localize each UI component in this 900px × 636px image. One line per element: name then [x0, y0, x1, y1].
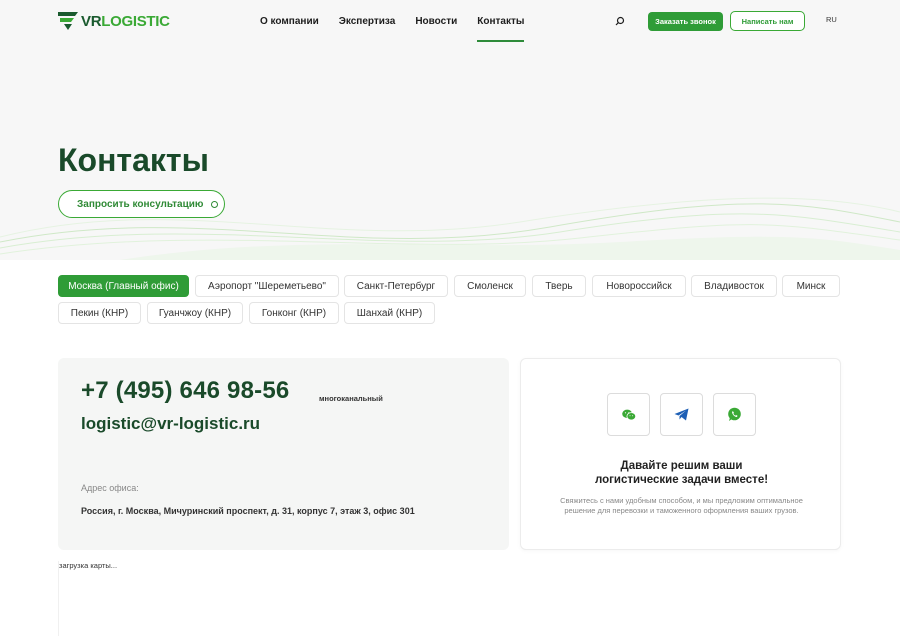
search-icon [615, 16, 625, 26]
map-container[interactable]: загрузка карты... [58, 561, 848, 636]
tab-novorossiysk[interactable]: Новороссийск [592, 275, 686, 297]
tab-minsk[interactable]: Минск [782, 275, 840, 297]
tab-guangzhou[interactable]: Гуанчжоу (КНР) [147, 302, 243, 324]
search-button[interactable] [610, 11, 630, 31]
tab-beijing[interactable]: Пекин (КНР) [58, 302, 141, 324]
tab-smolensk[interactable]: Смоленск [454, 275, 526, 297]
phone-note: многоканальный [319, 394, 383, 403]
tab-hongkong[interactable]: Гонконг (КНР) [249, 302, 339, 324]
nav-contacts[interactable]: Контакты [477, 0, 525, 42]
tab-tver[interactable]: Тверь [532, 275, 586, 297]
order-call-button[interactable]: Заказать звонок [648, 12, 723, 31]
logo-mark-icon [58, 12, 78, 30]
messenger-title: Давайте решим ваши логистические задачи … [521, 459, 842, 487]
logo[interactable]: VRLOGISTIC [58, 11, 170, 31]
nav-expertise[interactable]: Экспертиза [339, 0, 396, 42]
tab-moscow[interactable]: Москва (Главный офис) [58, 275, 189, 297]
messenger-description-line2: решение для перевозки и таможенного офор… [564, 506, 799, 515]
messenger-card: Давайте решим ваши логистические задачи … [520, 358, 841, 550]
whatsapp-icon [728, 407, 741, 421]
email-link[interactable]: logistic@vr-logistic.ru [81, 414, 260, 434]
telegram-icon [674, 408, 689, 421]
address-text: Россия, г. Москва, Мичуринский проспект,… [81, 506, 415, 516]
messenger-title-line1: Давайте решим ваши [620, 460, 743, 472]
nav-about[interactable]: О компании [260, 0, 319, 42]
hero-section: Контакты Запросить консультацию [0, 42, 900, 260]
tab-sheremetyevo[interactable]: Аэропорт "Шереметьево" [195, 275, 339, 297]
wechat-icon [621, 409, 636, 420]
tab-saint-petersburg[interactable]: Санкт-Петербург [344, 275, 448, 297]
page-title: Контакты [58, 142, 209, 178]
map-loading-text: загрузка карты... [59, 561, 118, 570]
messenger-description: Свяжитесь с нами удобным способом, и мы … [539, 496, 824, 516]
consult-label: Запросить консультацию [77, 198, 204, 210]
write-us-button[interactable]: Написать нам [730, 11, 805, 31]
messenger-title-line2: логистические задачи вместе! [594, 474, 769, 486]
logo-text: VRLOGISTIC [81, 12, 170, 30]
tab-vladivostok[interactable]: Владивосток [691, 275, 777, 297]
main-nav: О компании Экспертиза Новости Контакты [260, 0, 544, 42]
address-label: Адрес офиса: [81, 483, 139, 493]
nav-news[interactable]: Новости [415, 0, 457, 42]
language-switch[interactable]: RU [826, 15, 837, 24]
phone-link[interactable]: +7 (495) 646 98-56 [81, 377, 289, 405]
contact-card: +7 (495) 646 98-56 многоканальный logist… [58, 358, 509, 550]
telegram-button[interactable] [660, 393, 703, 436]
whatsapp-button[interactable] [713, 393, 756, 436]
request-consultation-button[interactable]: Запросить консультацию [58, 190, 225, 218]
wechat-button[interactable] [607, 393, 650, 436]
site-header: VRLOGISTIC О компании Экспертиза Новости… [0, 0, 900, 42]
messenger-description-line1: Свяжитесь с нами удобным способом, и мы … [560, 496, 803, 505]
tab-shanghai[interactable]: Шанхай (КНР) [344, 302, 435, 324]
circle-icon [211, 200, 219, 208]
